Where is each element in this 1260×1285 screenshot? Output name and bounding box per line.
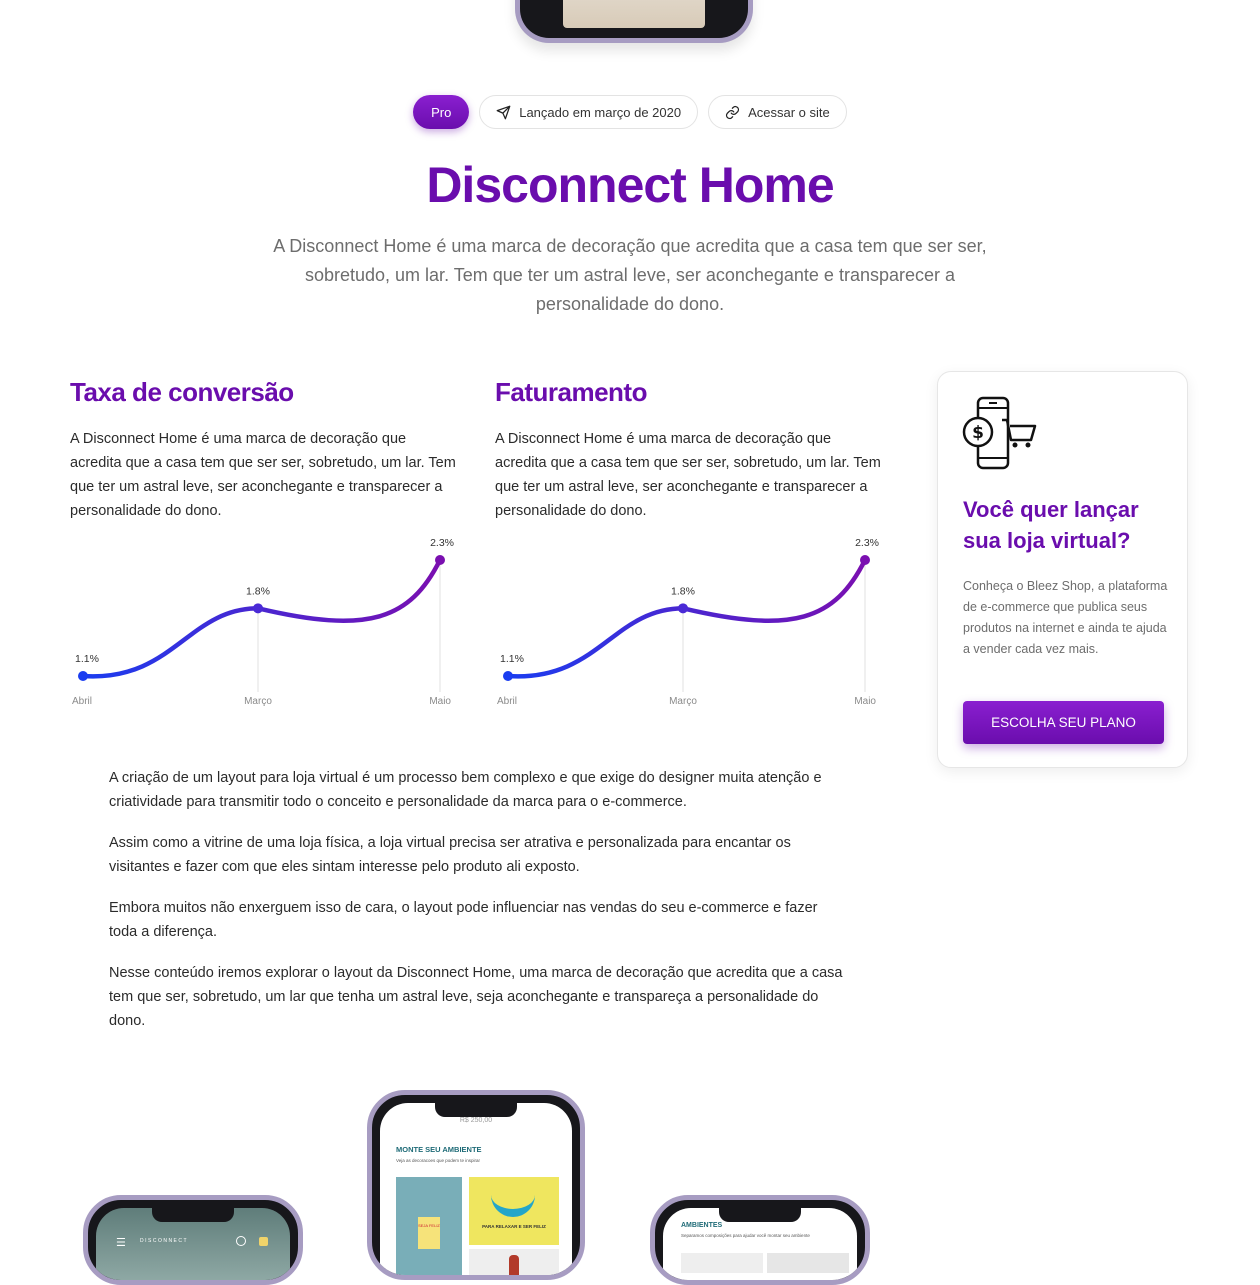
ambient-tile bbox=[767, 1253, 849, 1273]
chart-category-label: Maio bbox=[429, 696, 451, 707]
visit-site-label: Acessar o site bbox=[748, 104, 830, 120]
chart-data-label: 2.3% bbox=[855, 537, 879, 549]
conversion-title: Taxa de conversão bbox=[70, 377, 294, 407]
cta-title: Você quer lançar sua loja virtual? bbox=[963, 497, 1139, 553]
center-phone-mockup: R$ 250,00 MONTE SEU AMBIENTE Veja as dec… bbox=[367, 1090, 585, 1280]
center-phone-screen: R$ 250,00 MONTE SEU AMBIENTE Veja as dec… bbox=[380, 1103, 572, 1275]
launch-date-label: Lançado em março de 2020 bbox=[519, 104, 682, 120]
choose-plan-button[interactable]: ESCOLHA SEU PLANO bbox=[963, 701, 1164, 744]
phone-notch bbox=[719, 1206, 801, 1222]
chart-point bbox=[435, 555, 445, 565]
conversion-chart: 1.1% Abril 1.8% Março 2.3% Maio bbox=[70, 530, 460, 715]
top-phone-mockup bbox=[515, 0, 753, 43]
chart-data-label: 1.8% bbox=[246, 585, 270, 597]
chart-point bbox=[503, 671, 513, 681]
article-paragraph: Embora muitos não enxerguem isso de cara… bbox=[109, 900, 818, 940]
menu-icon: ☰ bbox=[116, 1237, 126, 1249]
phone-section-subtitle: Veja as decoracoes que podem te inspirar bbox=[396, 1158, 481, 1163]
page-intro: A Disconnect Home é uma marca de decoraç… bbox=[273, 236, 987, 314]
poster-art: SEJA FELIZ bbox=[418, 1217, 440, 1249]
article-paragraph: Nesse conteúdo iremos explorar o layout … bbox=[109, 965, 843, 1029]
chart-point bbox=[678, 603, 688, 614]
tile-caption: PARA RELAXAR E SER FELIZ bbox=[482, 1224, 546, 1229]
chart-category-label: Março bbox=[244, 696, 272, 707]
phone-brand: DISCONNECT bbox=[140, 1238, 189, 1244]
hammock-art bbox=[491, 1187, 535, 1217]
send-icon bbox=[496, 105, 511, 119]
chart-data-label: 2.3% bbox=[430, 537, 454, 549]
project-tags: Pro Lançado em março de 2020 Acessar o s… bbox=[0, 95, 1260, 129]
chart-category-label: Março bbox=[669, 696, 697, 707]
chart-point bbox=[860, 555, 870, 565]
left-phone-mockup: ☰ DISCONNECT bbox=[83, 1195, 303, 1285]
link-icon bbox=[726, 105, 740, 119]
phone-section-title: AMBIENTES bbox=[681, 1222, 723, 1229]
chart-category-label: Maio bbox=[854, 696, 876, 707]
search-icon bbox=[236, 1236, 246, 1246]
vase-art bbox=[509, 1255, 519, 1275]
revenue-chart: 1.1% Abril 1.8% Março 2.3% Maio bbox=[495, 530, 885, 715]
poster-tile: SEJA FELIZ bbox=[396, 1177, 462, 1275]
chart-data-label: 1.1% bbox=[500, 653, 524, 665]
article-paragraph: Assim como a vitrine de uma loja física,… bbox=[109, 835, 791, 875]
chart-series-line bbox=[80, 557, 443, 679]
revenue-text: A Disconnect Home é uma marca de decoraç… bbox=[495, 431, 881, 519]
pro-badge: Pro bbox=[413, 95, 470, 129]
launch-date-pill: Lançado em março de 2020 bbox=[479, 95, 699, 129]
cta-card: $ Você quer lançar sua loja virtual? Con… bbox=[937, 371, 1188, 768]
chart-data-label: 1.8% bbox=[671, 585, 695, 597]
chart-category-label: Abril bbox=[72, 696, 92, 707]
pro-label: Pro bbox=[431, 104, 452, 120]
phone-notch bbox=[435, 1101, 517, 1117]
phone-section-subtitle: Separamos composições para ajudar você m… bbox=[681, 1233, 810, 1238]
right-phone-mockup: AMBIENTES Separamos composições para aju… bbox=[650, 1195, 870, 1285]
revenue-chart-svg: 1.1% Abril 1.8% Março 2.3% Maio bbox=[497, 537, 879, 707]
chart-data-label: 1.1% bbox=[75, 653, 99, 665]
conversion-text: A Disconnect Home é uma marca de decoraç… bbox=[70, 431, 456, 519]
revenue-title: Faturamento bbox=[495, 377, 647, 407]
article-paragraph: A criação de um layout para loja virtual… bbox=[109, 770, 822, 810]
top-phone-screen bbox=[563, 0, 705, 28]
mobile-shop-icon: $ bbox=[962, 396, 1037, 470]
chart-point bbox=[253, 603, 263, 614]
product-tile bbox=[469, 1249, 559, 1275]
conversion-chart-svg: 1.1% Abril 1.8% Março 2.3% Maio bbox=[72, 537, 454, 707]
chart-series-line bbox=[505, 557, 868, 679]
page-title: Disconnect Home bbox=[426, 157, 834, 213]
chart-point bbox=[78, 671, 88, 681]
cta-text: Conheça o Bleez Shop, a plataforma de e-… bbox=[963, 579, 1168, 656]
bag-icon bbox=[259, 1237, 268, 1246]
phone-section-title: MONTE SEU AMBIENTE bbox=[396, 1145, 482, 1154]
article-body: A criação de um layout para loja virtual… bbox=[109, 766, 849, 1050]
phone-price: R$ 250,00 bbox=[459, 1117, 493, 1124]
phone-notch bbox=[152, 1206, 234, 1222]
hammock-tile: PARA RELAXAR E SER FELIZ bbox=[469, 1177, 559, 1245]
visit-site-link[interactable]: Acessar o site bbox=[708, 95, 847, 129]
svg-text:$: $ bbox=[972, 423, 984, 443]
ambient-tile bbox=[681, 1253, 763, 1273]
chart-category-label: Abril bbox=[497, 696, 517, 707]
